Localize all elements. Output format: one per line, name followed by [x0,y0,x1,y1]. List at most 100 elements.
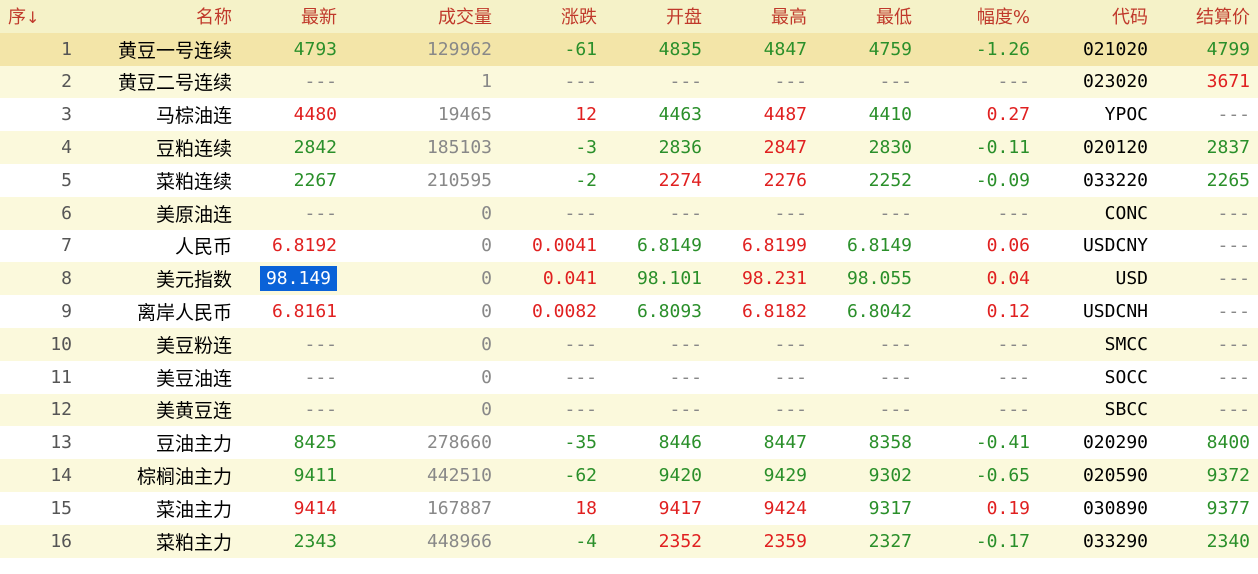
table-row[interactable]: 2 黄豆二号连续 --- 1 --- --- --- --- --- 023020 3671 [0,65,1258,99]
cell-text: --- [997,399,1030,421]
cell-text: 豆油主力 [155,433,232,456]
cell-text: 4799 [1206,38,1250,60]
table-row[interactable]: 9 离岸人民币 6.8161 0 0.0082 6.8093 6.8182 6.8042 0.1… [0,295,1258,328]
cell-text: --- [997,71,1030,93]
cell-text: 3 [61,104,72,126]
column-header-high[interactable]: 最高 [710,0,815,33]
cell-volume: 1 [345,65,500,99]
column-header-idx[interactable]: 序↓ [0,0,80,33]
column-header-label: 代码 [1112,7,1148,29]
cell-text: 98.101 [636,268,702,290]
cell-code: 033290 [1038,524,1156,558]
column-header-name[interactable]: 名称 [80,0,240,33]
cell-text: 15 [50,497,72,519]
cell-pct: --- [920,196,1038,230]
cell-text: 0 [481,268,492,290]
cell-idx: 5 [0,164,80,197]
cell-high: --- [710,65,815,99]
table-row[interactable]: 3 马棕油连 4480 19465 12 4463 4487 4410 0.27 YPOC --- [0,98,1258,131]
cell-idx: 2 [0,65,80,99]
cell-text: 4463 [658,104,702,126]
cell-text: --- [774,333,807,355]
cell-last: --- [240,361,345,394]
column-header-pct[interactable]: 幅度% [920,0,1038,33]
column-header-settle[interactable]: 结算价 [1156,0,1258,33]
cell-last: 98.149 [240,262,345,296]
table-row[interactable]: 1 黄豆一号连续 4793 129962 -61 4835 4847 4759 -1.26 021… [0,32,1258,66]
cell-text: -61 [564,38,597,60]
cell-text: 0 [481,235,492,257]
cell-last: 2343 [240,524,345,558]
cell-change: --- [500,327,605,361]
cell-text: 9417 [658,497,702,519]
cell-idx: 9 [0,295,80,328]
cell-text: 9317 [868,497,912,519]
table-row[interactable]: 14 棕榈油主力 9411 442510 -62 9420 9429 9302 -0.65 020… [0,459,1258,492]
column-header-label: 成交量 [438,7,492,29]
cell-text: 8400 [1206,432,1250,454]
table-row[interactable]: 11 美豆油连 --- 0 --- --- --- --- --- SOCC --- [0,361,1258,394]
cell-high: 4847 [710,32,815,66]
cell-settle: 9377 [1156,492,1258,525]
cell-text: 美豆油连 [155,367,232,390]
table-row[interactable]: 12 美黄豆连 --- 0 --- --- --- --- --- SBCC --- [0,393,1258,427]
cell-text: 0.19 [986,497,1030,519]
cell-settle: --- [1156,295,1258,328]
cell-text: 9420 [658,465,702,487]
table-row[interactable]: 13 豆油主力 8425 278660 -35 8446 8447 8358 -0.41 0202… [0,426,1258,459]
cell-text: 2830 [868,137,912,159]
cell-settle: 3671 [1156,65,1258,99]
cell-high: 6.8199 [710,230,815,263]
cell-text: 9429 [763,465,807,487]
cell-text: 0 [481,202,492,224]
cell-text: 12 [50,399,72,421]
cell-name: 美黄豆连 [80,393,240,427]
cell-name: 美元指数 [80,262,240,296]
cell-text: --- [1217,268,1250,290]
column-header-low[interactable]: 最低 [815,0,920,33]
column-header-label: 涨跌 [561,7,597,29]
cell-text: 8447 [763,432,807,454]
table-row[interactable]: 16 菜粕主力 2343 448966 -4 2352 2359 2327 -0.17 03329… [0,524,1258,558]
cell-idx: 16 [0,524,80,558]
column-header-last[interactable]: 最新 [240,0,345,33]
cell-high: 98.231 [710,262,815,296]
cell-change: -3 [500,131,605,164]
column-header-label: 名称 [196,7,232,29]
cell-text: 9372 [1206,465,1250,487]
cell-text: 豆粕连续 [155,138,232,161]
table-row[interactable]: 7 人民币 6.8192 0 0.0041 6.8149 6.8199 6.8149 0.06 U… [0,230,1258,263]
cell-text: --- [1217,399,1250,421]
cell-last: --- [240,65,345,99]
cell-text: --- [669,333,702,355]
cell-idx: 13 [0,426,80,459]
cell-text: --- [564,333,597,355]
table-row[interactable]: 4 豆粕连续 2842 185103 -3 2836 2847 2830 -0.11 020120… [0,131,1258,164]
cell-text: SBCC [1104,399,1148,421]
column-header-code[interactable]: 代码 [1038,0,1156,33]
cell-name: 菜粕主力 [80,524,240,558]
cell-idx: 6 [0,196,80,230]
cell-low: 2252 [815,164,920,197]
cell-settle: --- [1156,196,1258,230]
table-row[interactable]: 10 美豆粉连 --- 0 --- --- --- --- --- SMCC --- [0,327,1258,361]
table-header-row: 序↓ 名称 最新 成交量 涨跌 开盘 最高 最低 幅度% 代码 结算价 [0,0,1258,33]
cell-settle: --- [1156,262,1258,296]
cell-last: 4793 [240,32,345,66]
column-header-change[interactable]: 涨跌 [500,0,605,33]
table-row[interactable]: 8 美元指数 98.149 0 0.041 98.101 98.231 98.055 0.04 U… [0,262,1258,296]
cell-text: --- [669,202,702,224]
cell-text: 020590 [1082,465,1148,487]
cell-idx: 7 [0,230,80,263]
cell-volume: 0 [345,295,500,328]
column-header-volume[interactable]: 成交量 [345,0,500,33]
cell-text: --- [774,202,807,224]
table-row[interactable]: 6 美原油连 --- 0 --- --- --- --- --- CONC --- [0,196,1258,230]
cell-name: 离岸人民币 [80,295,240,328]
cell-text: 13 [50,432,72,454]
table-row[interactable]: 15 菜油主力 9414 167887 18 9417 9424 9317 0.19 030890… [0,492,1258,525]
table-row[interactable]: 5 菜粕连续 2267 210595 -2 2274 2276 2252 -0.09 033220… [0,164,1258,197]
column-header-open[interactable]: 开盘 [605,0,710,33]
cell-text: 2836 [658,137,702,159]
cell-text: 6.8192 [271,235,337,257]
